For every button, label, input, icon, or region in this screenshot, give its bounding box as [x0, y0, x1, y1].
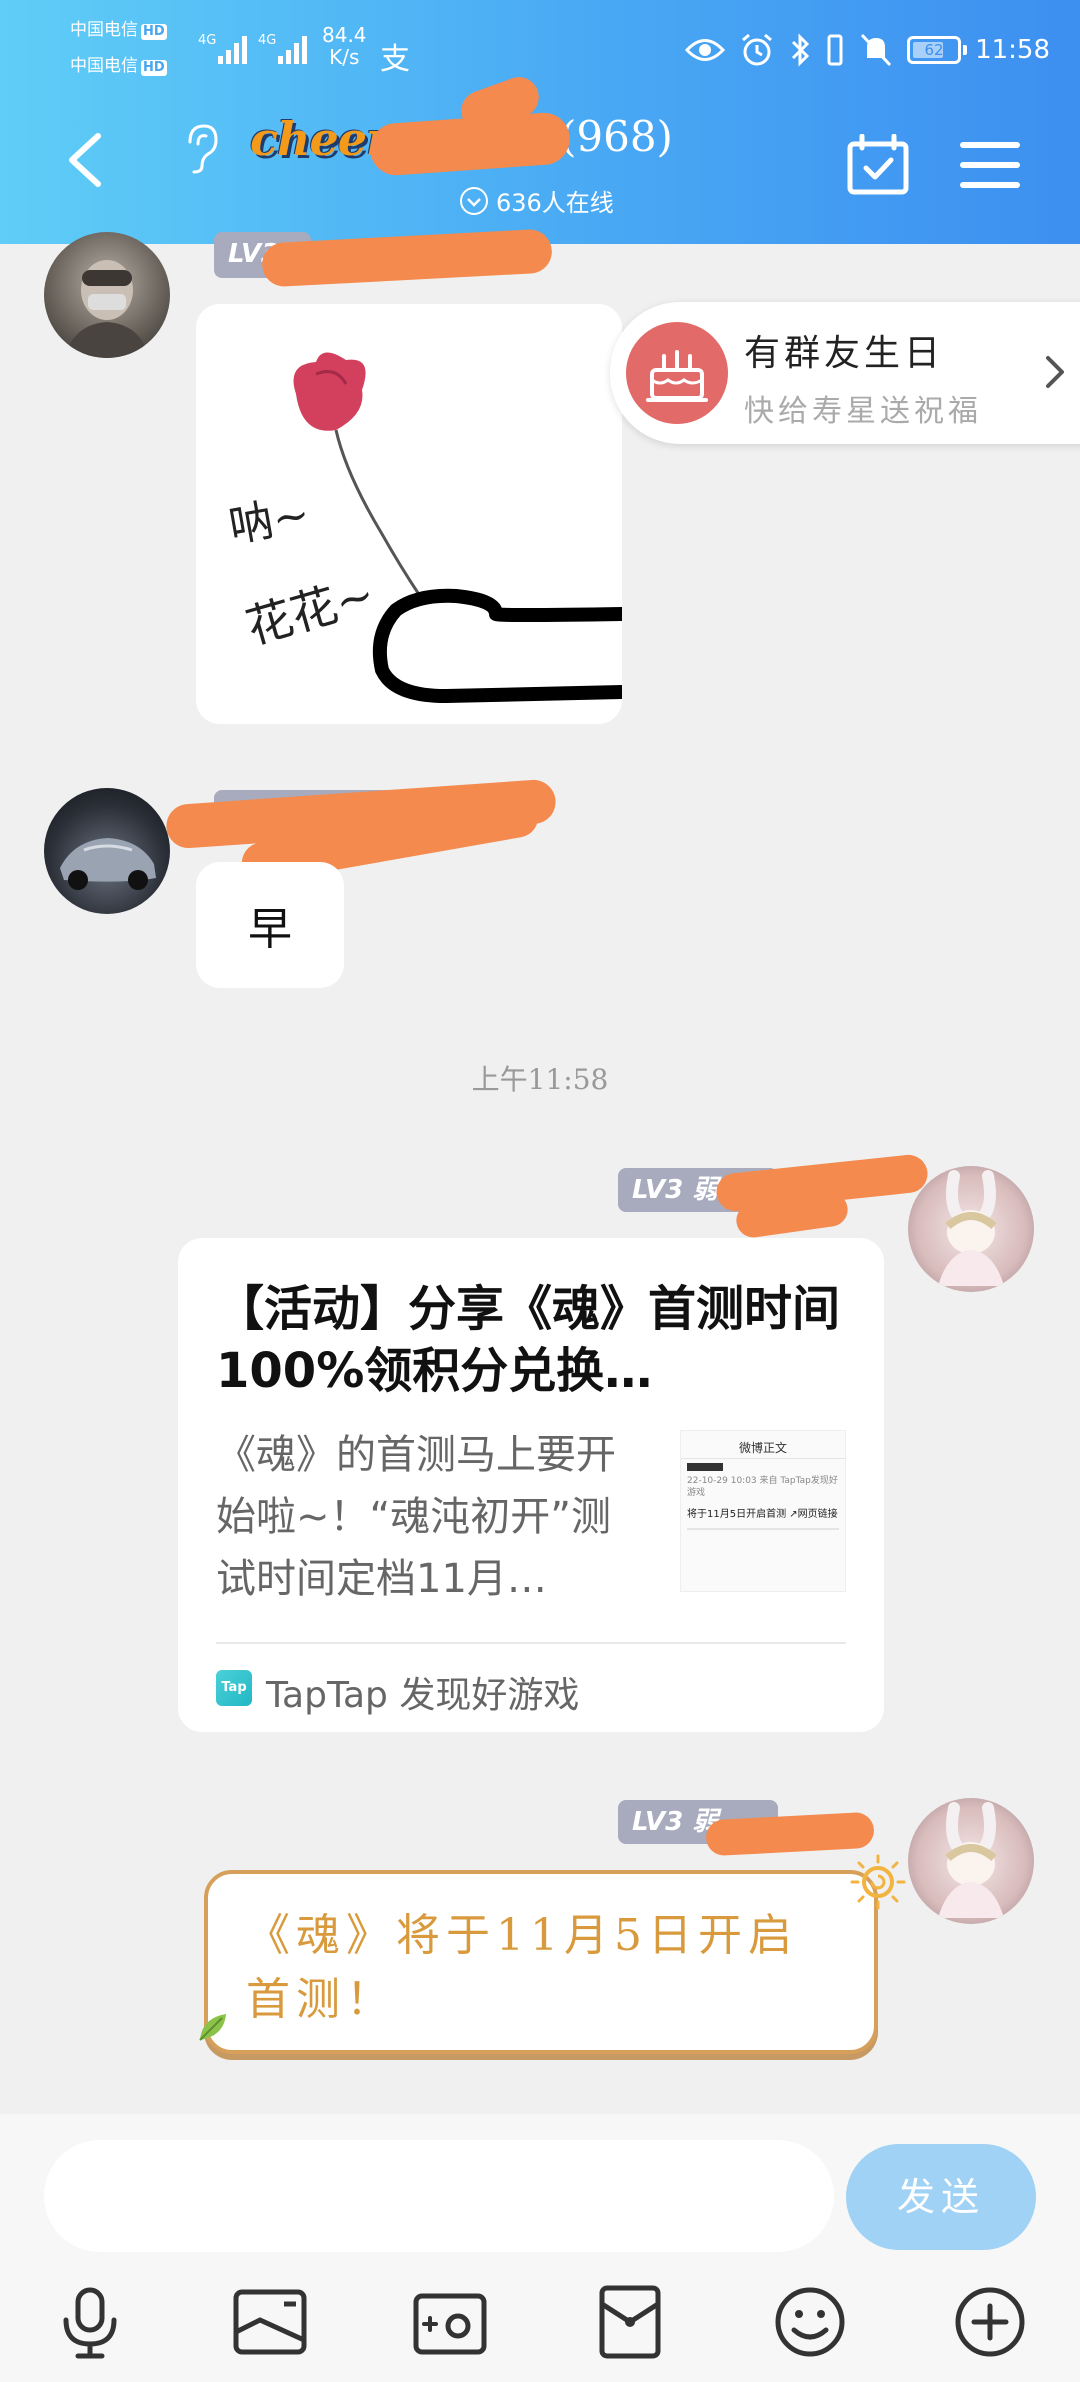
calendar-check-icon[interactable]	[846, 134, 910, 196]
signal-2-icon: 4G	[258, 33, 307, 64]
birthday-title: 有群友生日	[744, 333, 945, 374]
alipay-icon: 支	[380, 42, 410, 77]
card-description: 《魂》的首测马上要开始啦~！“魂沌初开”测试时间定档11月…	[216, 1432, 616, 1602]
send-button[interactable]: 发送	[846, 2144, 1036, 2250]
birthday-reminder-banner[interactable]: 有群友生日 快给寿星送祝福	[610, 302, 1080, 444]
network-speed: 84.4 K/s	[322, 23, 367, 69]
card-thumbnail: 微博正文 22-10-29 10:03 来自 TapTap发现好游戏 将于11月…	[680, 1430, 846, 1592]
microphone-icon[interactable]	[50, 2282, 130, 2362]
avatar[interactable]	[44, 788, 170, 914]
card-source: TapTap 发现好游戏	[266, 1675, 580, 1716]
taptap-icon: Tap	[216, 1670, 252, 1706]
vibrate-icon	[827, 34, 843, 66]
redaction-mark	[705, 1811, 875, 1857]
sticker-message[interactable]: 呐~ 花花~	[196, 304, 622, 724]
time-divider: 上午11:58	[471, 1063, 609, 1096]
eye-icon	[685, 39, 726, 61]
chevron-right-icon	[1046, 356, 1064, 388]
text-message[interactable]: 早	[196, 862, 344, 988]
input-area: 发送	[0, 2114, 1080, 2382]
group-member-count: (968)	[560, 112, 673, 161]
chat-header: 中国电信 HD 中国电信 HD 4G 4G 84.4 K/s 支 62 11:5…	[0, 0, 1080, 244]
online-check-icon	[460, 186, 488, 215]
battery-icon: 62	[907, 36, 968, 64]
back-button[interactable]	[60, 130, 108, 190]
carrier-1: 中国电信 HD	[70, 20, 167, 40]
carrier-2: 中国电信 HD	[70, 56, 167, 76]
status-bar-right: 62 11:58	[685, 28, 1050, 72]
avatar[interactable]	[44, 232, 170, 358]
bluetooth-icon	[792, 33, 810, 67]
status-time: 11:58	[975, 35, 1050, 65]
decorated-text-message[interactable]: 《魂》将于11月5日开启首测！	[204, 1870, 878, 2054]
mute-icon	[860, 33, 892, 67]
plus-icon[interactable]	[950, 2282, 1030, 2362]
message-input[interactable]	[44, 2140, 834, 2252]
cake-icon	[626, 322, 728, 424]
status-bar-left: 中国电信 HD 中国电信 HD 4G 4G 84.4 K/s 支	[70, 20, 410, 90]
ear-icon[interactable]	[180, 120, 220, 176]
alarm-icon	[742, 33, 773, 66]
red-packet-icon[interactable]	[590, 2282, 670, 2362]
svg-text:4G: 4G	[258, 33, 276, 48]
sun-decoration-icon	[850, 1854, 906, 1910]
leaf-decoration-icon	[199, 2014, 226, 2041]
card-divider	[216, 1642, 846, 1644]
card-title: 【活动】分享《魂》首测时间 100%领积分兑换…	[216, 1281, 841, 1399]
message-text: 《魂》将于11月5日开启首测！	[246, 1910, 798, 2025]
svg-text:4G: 4G	[198, 33, 216, 48]
signal-1-icon: 4G	[198, 33, 247, 64]
link-card-message[interactable]: 【活动】分享《魂》首测时间 100%领积分兑换… 《魂》的首测马上要开始啦~！“…	[178, 1238, 884, 1732]
avatar[interactable]	[908, 1166, 1034, 1292]
emoji-icon[interactable]	[770, 2282, 850, 2362]
online-count: 636人在线	[496, 189, 614, 217]
avatar[interactable]	[908, 1798, 1034, 1924]
hamburger-menu-icon[interactable]	[960, 140, 1020, 190]
camera-icon[interactable]	[410, 2282, 490, 2362]
image-icon[interactable]	[230, 2282, 310, 2362]
online-status: 636人在线	[460, 183, 614, 218]
birthday-subtitle: 快给寿星送祝福	[744, 394, 982, 429]
